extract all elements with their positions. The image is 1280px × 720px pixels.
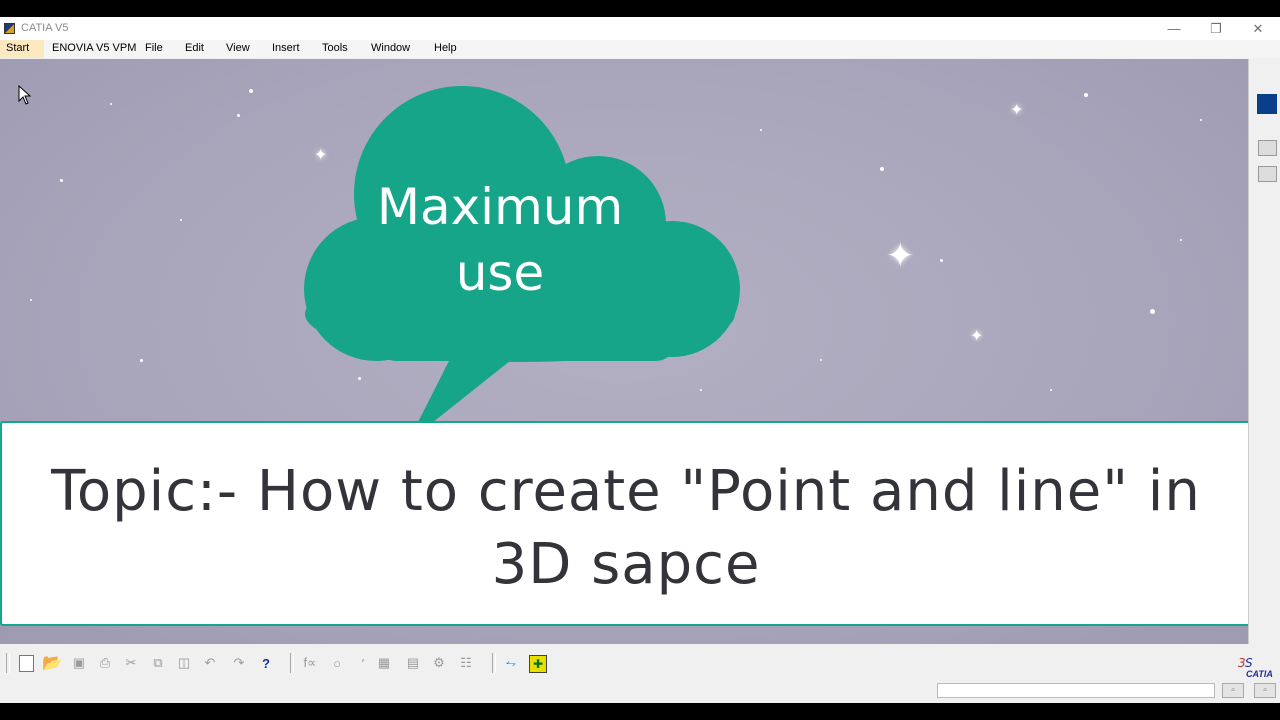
right-toolbar bbox=[1248, 59, 1280, 644]
catia-logo-text: CATIA bbox=[1246, 669, 1273, 679]
menu-file[interactable]: File bbox=[145, 42, 163, 54]
print-icon[interactable]: ⎙ bbox=[97, 655, 113, 671]
cut-icon[interactable]: ✂ bbox=[123, 655, 139, 671]
whats-this-icon[interactable]: ? bbox=[258, 655, 274, 671]
toolbar-separator bbox=[290, 653, 294, 673]
layer-icon[interactable] bbox=[1258, 166, 1277, 182]
measure-icon[interactable]: ′ bbox=[355, 655, 371, 671]
select-icon[interactable]: ✚ bbox=[529, 655, 547, 673]
minimize-button[interactable]: — bbox=[1152, 17, 1196, 40]
topic-line-1: Topic:- How to create "Point and line" i… bbox=[51, 459, 1201, 524]
topic-text: Topic:- How to create "Point and line" i… bbox=[2, 455, 1250, 601]
topic-banner: Topic:- How to create "Point and line" i… bbox=[0, 421, 1252, 626]
tree-icon[interactable] bbox=[1258, 140, 1277, 156]
svg-text:S: S bbox=[1245, 656, 1253, 670]
bubble-line-2: use bbox=[455, 244, 545, 302]
menu-window[interactable]: Window bbox=[371, 42, 410, 54]
status-bar: ▫ ▫ bbox=[0, 679, 1280, 703]
swap-icon[interactable]: ⚙ bbox=[431, 655, 447, 671]
standard-toolbar: 📂 ▣ ⎙ ✂ ⧉ ◫ ↶ ↷ ? f∝ ○ ′ ▦ ▤ ⚙ ☷ ⥊ ✚ 3 S… bbox=[0, 651, 1280, 679]
workbench-icon[interactable] bbox=[1257, 94, 1277, 114]
undo-icon[interactable]: ↶ bbox=[202, 655, 218, 671]
axis-icon[interactable]: ⥊ bbox=[503, 655, 519, 671]
copy-icon[interactable]: ⧉ bbox=[150, 655, 166, 671]
paste-icon[interactable]: ◫ bbox=[176, 655, 192, 671]
menu-start[interactable]: Start bbox=[0, 40, 44, 58]
catalog-icon[interactable]: ▤ bbox=[405, 655, 421, 671]
save-icon[interactable]: ▣ bbox=[71, 655, 87, 671]
formula-icon[interactable]: f∝ bbox=[302, 655, 318, 671]
status-option-button[interactable]: ▫ bbox=[1222, 683, 1244, 698]
filter-icon[interactable]: ☷ bbox=[458, 655, 474, 671]
table-icon[interactable]: ▦ bbox=[376, 655, 392, 671]
catia-logo: 3 S CATIA bbox=[1236, 653, 1278, 681]
menu-help[interactable]: Help bbox=[434, 42, 457, 54]
redo-icon[interactable]: ↷ bbox=[231, 655, 247, 671]
menu-edit[interactable]: Edit bbox=[185, 42, 204, 54]
menu-view[interactable]: View bbox=[226, 42, 250, 54]
menu-enovia[interactable]: ENOVIA V5 VPM bbox=[52, 42, 136, 54]
toolbar-handle[interactable] bbox=[6, 653, 10, 673]
status-option-button-2[interactable]: ▫ bbox=[1254, 683, 1276, 698]
power-input-field[interactable] bbox=[937, 683, 1215, 698]
toolbar-separator bbox=[492, 653, 496, 673]
new-icon[interactable] bbox=[19, 655, 34, 672]
close-button[interactable]: ✕ bbox=[1236, 17, 1280, 40]
catia-app-icon bbox=[4, 23, 15, 34]
title-bar: CATIA V5 — ❐ ✕ bbox=[0, 17, 1280, 40]
topic-line-2: 3D sapce bbox=[491, 532, 761, 597]
menu-bar: Start ENOVIA V5 VPM File Edit View Inser… bbox=[0, 40, 1280, 58]
menu-insert[interactable]: Insert bbox=[272, 42, 300, 54]
bubble-text: Maximum use bbox=[330, 174, 670, 306]
menu-tools[interactable]: Tools bbox=[322, 42, 348, 54]
window-title: CATIA V5 bbox=[21, 22, 69, 34]
knowledge-icon[interactable]: ○ bbox=[329, 655, 345, 671]
restore-button[interactable]: ❐ bbox=[1194, 17, 1238, 40]
catia-window: CATIA V5 — ❐ ✕ Start ENOVIA V5 VPM File … bbox=[0, 17, 1280, 703]
bubble-line-1: Maximum bbox=[376, 178, 624, 236]
open-icon[interactable]: 📂 bbox=[42, 655, 62, 672]
mouse-cursor-icon bbox=[18, 85, 32, 105]
